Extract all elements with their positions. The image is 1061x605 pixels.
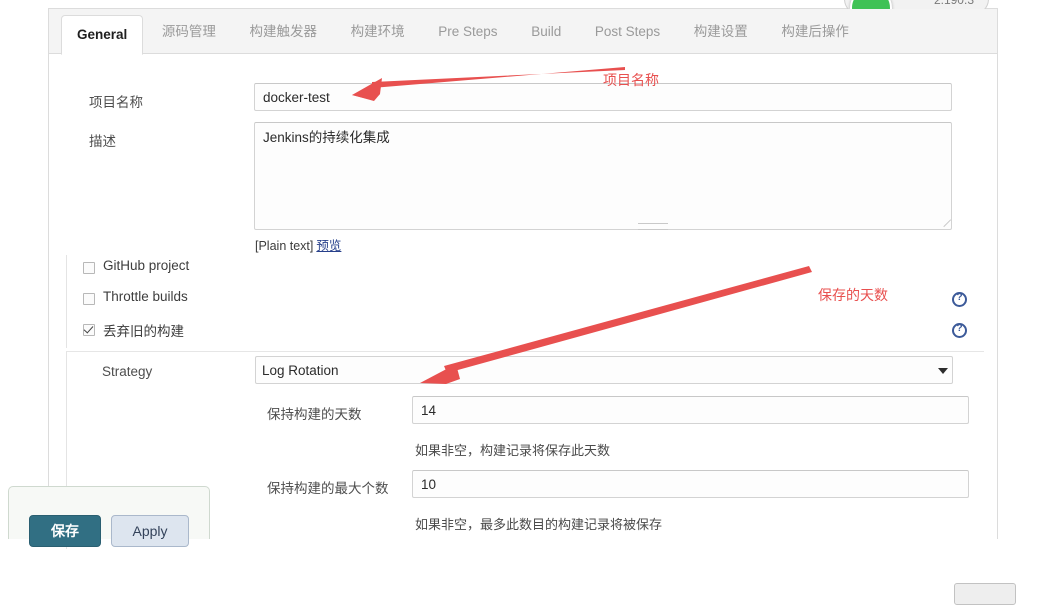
save-button[interactable]: 保存	[29, 515, 101, 547]
days-to-keep-input[interactable]	[412, 396, 969, 424]
config-tab-bar: General 源码管理 构建触发器 构建环境 Pre Steps Build …	[49, 9, 997, 55]
throttle-builds-help-icon[interactable]	[952, 292, 967, 307]
tab-post-steps[interactable]: Post Steps	[580, 9, 675, 54]
discard-old-builds-label[interactable]: 丢弃旧的构建	[103, 320, 184, 340]
discard-old-builds-checkbox[interactable]	[83, 324, 95, 336]
version-label: 2.190.3	[933, 0, 974, 7]
tab-post-build-actions[interactable]: 构建后操作	[766, 9, 864, 54]
max-builds-hint: 如果非空，最多此数目的构建记录将被保存	[415, 517, 663, 532]
tab-build-triggers[interactable]: 构建触发器	[235, 9, 333, 54]
discard-old-builds-help-icon[interactable]	[952, 323, 967, 338]
github-project-checkbox[interactable]	[83, 262, 95, 274]
options-checkbox-group: GitHub project Throttle builds 丢弃旧的构建	[66, 255, 985, 348]
strategy-label: Strategy	[102, 364, 153, 379]
github-project-label[interactable]: GitHub project	[103, 258, 189, 273]
plain-text-label: [Plain text]	[255, 239, 314, 253]
project-name-label: 项目名称	[89, 95, 143, 110]
tab-build[interactable]: Build	[516, 9, 576, 54]
tab-source-code-management[interactable]: 源码管理	[147, 9, 231, 54]
throttle-builds-checkbox[interactable]	[83, 293, 95, 305]
checkbox-row-github-project[interactable]: GitHub project	[67, 255, 985, 286]
preview-link[interactable]: 预览	[316, 239, 341, 253]
days-to-keep-hint: 如果非空，构建记录将保存此天数	[415, 443, 611, 458]
days-to-keep-label: 保持构建的天数	[267, 407, 362, 422]
tab-build-environment[interactable]: 构建环境	[336, 9, 420, 54]
tab-pre-steps[interactable]: Pre Steps	[423, 9, 512, 54]
advanced-button[interactable]	[954, 583, 1016, 605]
config-form-body: 项目名称 描述 Jenkins的持续化集成 [Plain text]预览 Git…	[49, 55, 1016, 605]
project-name-input[interactable]	[254, 83, 952, 111]
checkbox-row-discard-old-builds[interactable]: 丢弃旧的构建	[67, 317, 985, 348]
strategy-select[interactable]: Log Rotation	[255, 356, 953, 384]
checkbox-row-throttle-builds[interactable]: Throttle builds	[67, 286, 985, 317]
textarea-resize-grip[interactable]	[638, 223, 668, 230]
description-textarea[interactable]: Jenkins的持续化集成	[254, 122, 952, 230]
max-builds-label: 保持构建的最大个数	[267, 481, 389, 496]
description-label: 描述	[89, 134, 116, 149]
form-action-bar: 保存 Apply	[8, 486, 210, 547]
job-config-panel: 2.190.3 General 源码管理 构建触发器 构建环境 Pre Step…	[48, 0, 1016, 605]
description-format-line: [Plain text] 预览	[255, 235, 341, 254]
apply-button[interactable]: Apply	[111, 515, 189, 547]
throttle-builds-label[interactable]: Throttle builds	[103, 289, 188, 304]
tab-general[interactable]: General	[61, 15, 144, 55]
max-builds-input[interactable]	[412, 470, 969, 498]
tab-build-settings[interactable]: 构建设置	[679, 9, 763, 54]
